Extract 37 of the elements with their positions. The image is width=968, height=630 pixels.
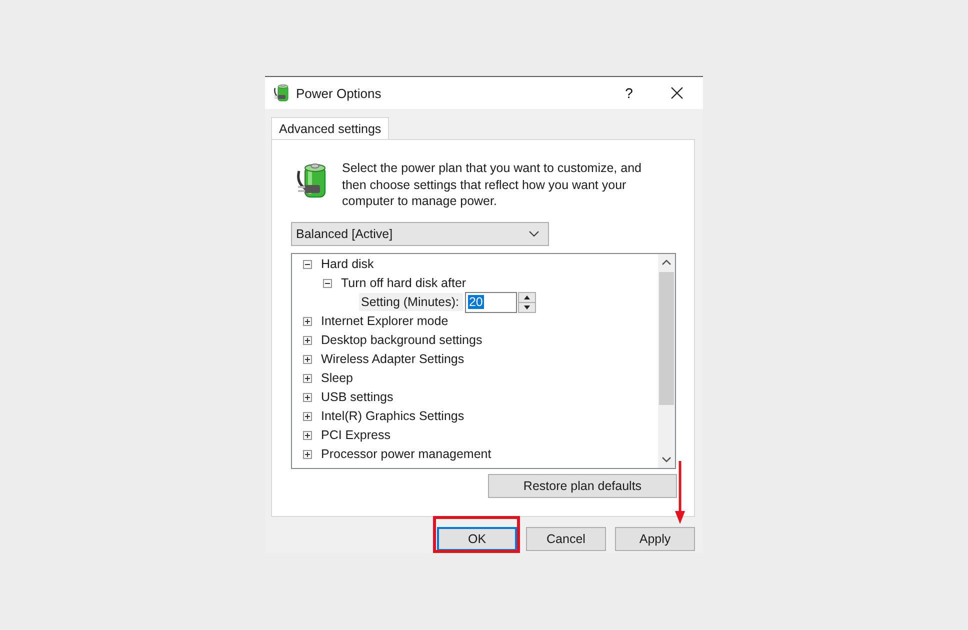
battery-plug-icon <box>273 83 291 103</box>
tree-item[interactable]: Sleep <box>319 370 355 386</box>
dialog-button[interactable]: OK <box>437 527 517 551</box>
tree-item[interactable]: Internet Explorer mode <box>319 313 450 329</box>
setting-label[interactable]: Setting (Minutes): <box>359 293 463 311</box>
tree-item[interactable]: Hard disk <box>319 256 376 272</box>
tree-item[interactable]: USB settings <box>319 389 396 405</box>
expand-icon[interactable] <box>303 430 312 440</box>
scrollbar-thumb[interactable] <box>659 272 674 404</box>
tab[interactable]: Advanced settings <box>271 117 390 139</box>
tree-item[interactable]: Intel(R) Graphics Settings <box>319 408 466 424</box>
tree-item[interactable]: Turn off hard disk after <box>339 275 468 291</box>
expand-icon[interactable] <box>303 354 312 364</box>
restore-defaults-button[interactable]: Restore plan defaults <box>488 474 677 498</box>
tree-item[interactable]: PCI Express <box>319 427 392 443</box>
minutes-field[interactable]: 20 <box>464 292 517 312</box>
collapse-icon[interactable] <box>303 260 312 268</box>
expand-icon[interactable] <box>303 392 312 402</box>
tree-item[interactable]: Desktop background settings <box>319 332 484 348</box>
expand-icon[interactable] <box>303 450 312 458</box>
dialog-button[interactable]: Apply <box>615 527 695 551</box>
expand-icon[interactable] <box>303 336 312 344</box>
window-title: Power Options <box>296 86 382 100</box>
close-icon <box>671 87 683 99</box>
tree-item[interactable]: Wireless Adapter Settings <box>319 351 466 367</box>
expand-icon[interactable] <box>303 412 312 420</box>
expand-icon[interactable] <box>303 316 312 326</box>
tree-item[interactable]: Processor power management <box>319 446 494 462</box>
expand-icon[interactable] <box>303 374 312 382</box>
help-button[interactable]: ? <box>619 81 639 105</box>
spin-buttons-icon[interactable] <box>518 292 536 312</box>
collapse-icon[interactable] <box>323 278 332 288</box>
chevron-down-icon <box>529 230 539 236</box>
dialog-button[interactable]: Cancel <box>526 527 606 551</box>
scrollbar[interactable] <box>658 254 675 468</box>
intro-text: Select the power plan that you want to customize, and then choose settings that reflect how you want your computer to manage power. <box>342 160 642 210</box>
plan-dropdown[interactable]: Balanced [Active] <box>291 222 549 246</box>
